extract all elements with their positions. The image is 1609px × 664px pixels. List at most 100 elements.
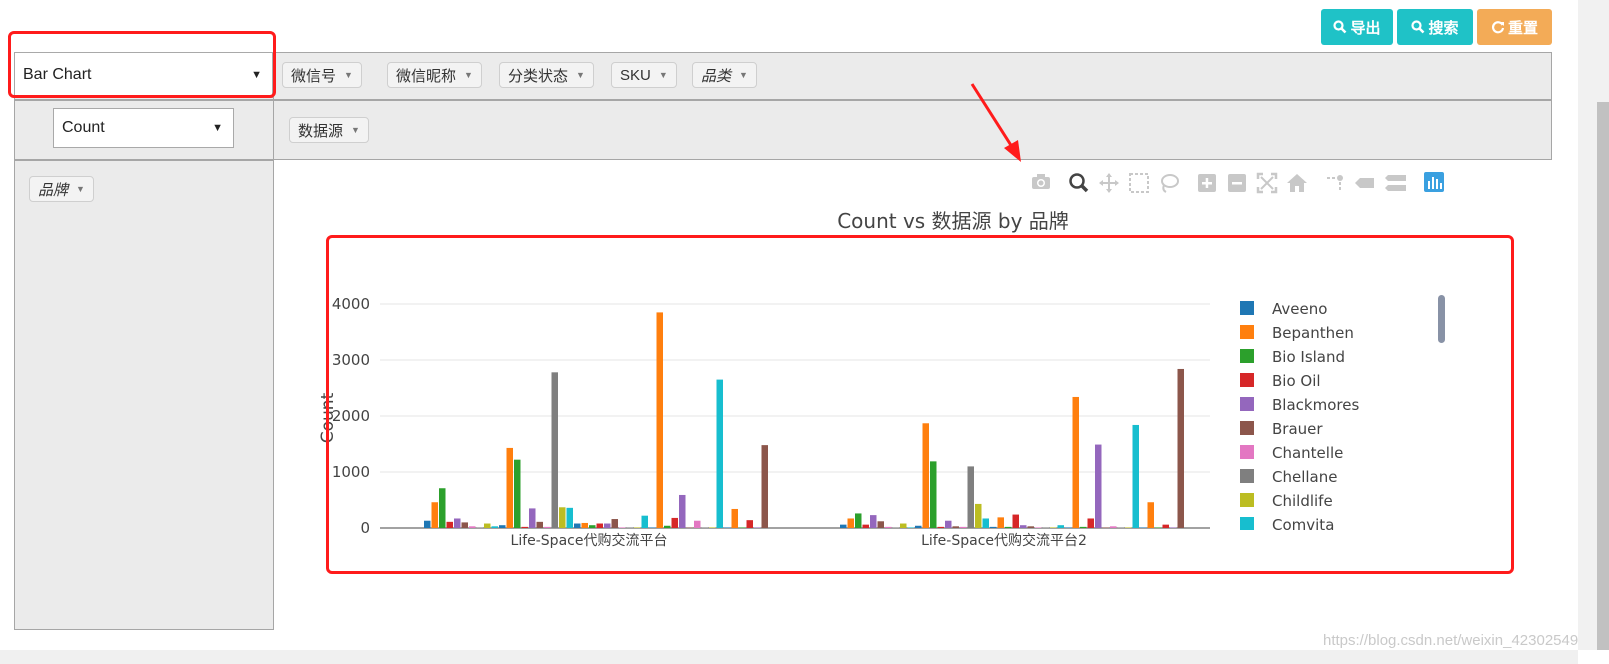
bar[interactable]: [1110, 526, 1117, 528]
bar[interactable]: [461, 522, 469, 528]
bar[interactable]: [664, 525, 671, 528]
bar[interactable]: [1020, 525, 1027, 528]
bar[interactable]: [877, 521, 885, 528]
bar[interactable]: [982, 518, 990, 528]
bar[interactable]: [997, 517, 1005, 528]
legend-label[interactable]: Aveeno: [1272, 300, 1327, 318]
bar[interactable]: [1027, 526, 1035, 528]
bar[interactable]: [915, 525, 922, 528]
legend-label[interactable]: Chantelle: [1272, 444, 1343, 462]
bar[interactable]: [611, 519, 619, 528]
bar[interactable]: [709, 527, 716, 528]
bar[interactable]: [1155, 527, 1162, 528]
bar[interactable]: [529, 508, 536, 528]
bar[interactable]: [454, 518, 461, 528]
bar[interactable]: [469, 526, 476, 528]
bar[interactable]: [1057, 525, 1065, 528]
bar[interactable]: [1095, 444, 1102, 528]
bar[interactable]: [885, 526, 892, 528]
legend-label[interactable]: Comvita: [1272, 516, 1334, 534]
bar[interactable]: [596, 523, 604, 528]
legend-label[interactable]: Brauer: [1272, 420, 1323, 438]
bar[interactable]: [754, 527, 761, 528]
bar[interactable]: [566, 507, 574, 528]
bar[interactable]: [446, 521, 454, 528]
legend-swatch[interactable]: [1240, 349, 1254, 363]
bar[interactable]: [952, 526, 960, 528]
bar[interactable]: [619, 527, 626, 528]
bar[interactable]: [476, 527, 484, 528]
bar[interactable]: [862, 524, 870, 528]
bar[interactable]: [439, 488, 446, 528]
legend-label[interactable]: Chellane: [1272, 468, 1337, 486]
bar[interactable]: [1065, 527, 1072, 528]
bar[interactable]: [724, 527, 731, 528]
bar[interactable]: [649, 527, 656, 528]
bar[interactable]: [694, 520, 701, 528]
bar[interactable]: [506, 447, 514, 528]
bar[interactable]: [536, 521, 544, 528]
bar[interactable]: [1102, 527, 1110, 528]
bar[interactable]: [870, 515, 877, 528]
legend-swatch[interactable]: [1240, 421, 1254, 435]
legend-swatch[interactable]: [1240, 325, 1254, 339]
bar[interactable]: [626, 527, 634, 528]
bar[interactable]: [900, 523, 907, 528]
bar[interactable]: [1117, 527, 1125, 528]
bar[interactable]: [1087, 518, 1095, 528]
bar[interactable]: [1035, 527, 1042, 528]
bar[interactable]: [945, 520, 952, 528]
legend-swatch[interactable]: [1240, 397, 1254, 411]
bar[interactable]: [1080, 526, 1087, 528]
legend-label[interactable]: Bepanthen: [1272, 324, 1354, 342]
legend-label[interactable]: Bio Island: [1272, 348, 1345, 366]
bar[interactable]: [1012, 514, 1020, 528]
legend-swatch[interactable]: [1240, 493, 1254, 507]
bar[interactable]: [484, 523, 491, 528]
bar[interactable]: [716, 379, 724, 528]
bar[interactable]: [1005, 526, 1012, 528]
bar[interactable]: [544, 526, 551, 528]
bar[interactable]: [1132, 424, 1140, 528]
bar[interactable]: [701, 527, 709, 528]
bar[interactable]: [1125, 527, 1132, 528]
bar[interactable]: [1140, 527, 1147, 528]
bar[interactable]: [1147, 502, 1155, 528]
bar[interactable]: [1072, 396, 1080, 528]
legend-label[interactable]: Childlife: [1272, 492, 1333, 510]
bar[interactable]: [746, 520, 754, 528]
bar[interactable]: [499, 525, 506, 528]
bar[interactable]: [975, 503, 982, 528]
chart-legend[interactable]: Aveeno Bepanthen Bio Island Bio Oil Blackmor…: [1240, 300, 1359, 534]
legend-swatch[interactable]: [1240, 517, 1254, 531]
bar[interactable]: [1162, 524, 1170, 528]
bar[interactable]: [551, 372, 559, 528]
bar[interactable]: [1050, 527, 1057, 528]
bar[interactable]: [656, 312, 664, 528]
bar[interactable]: [930, 461, 937, 528]
bar[interactable]: [960, 526, 967, 528]
legend-swatch[interactable]: [1240, 301, 1254, 315]
bar[interactable]: [641, 515, 649, 528]
bar[interactable]: [424, 520, 431, 528]
legend-label[interactable]: Blackmores: [1272, 396, 1359, 414]
bar[interactable]: [634, 527, 641, 528]
bar[interactable]: [847, 518, 855, 528]
legend-swatch[interactable]: [1240, 469, 1254, 483]
bar[interactable]: [855, 513, 862, 528]
bar[interactable]: [1042, 527, 1050, 528]
bar[interactable]: [840, 524, 847, 528]
bar[interactable]: [761, 445, 769, 528]
bar[interactable]: [671, 517, 679, 528]
bar[interactable]: [739, 527, 746, 528]
legend-swatch[interactable]: [1240, 445, 1254, 459]
bar[interactable]: [589, 525, 596, 528]
bar[interactable]: [581, 522, 589, 528]
bar[interactable]: [679, 494, 686, 528]
legend-label[interactable]: Bio Oil: [1272, 372, 1321, 390]
legend-scrollbar[interactable]: [1438, 295, 1445, 343]
bar[interactable]: [604, 523, 611, 528]
bar[interactable]: [574, 523, 581, 528]
bar[interactable]: [559, 507, 566, 528]
bar[interactable]: [967, 466, 975, 528]
